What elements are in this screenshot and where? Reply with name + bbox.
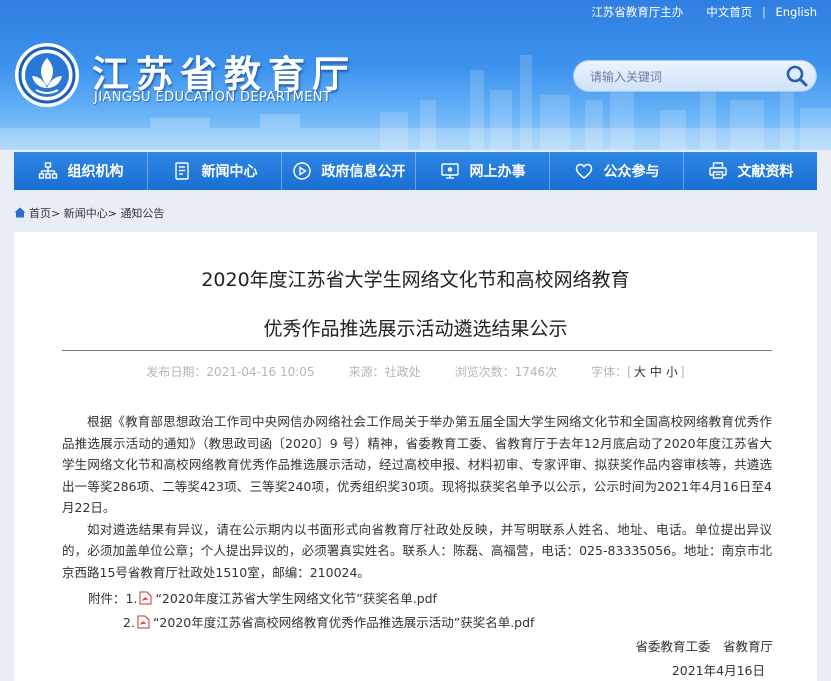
font-size-large-button[interactable]: 大 — [632, 365, 648, 379]
attachment-index: 1. — [125, 591, 138, 606]
breadcrumb-home-label[interactable]: 首页 — [29, 205, 51, 221]
attachment-row: 2. “2020年度江苏省高校网络教育优秀作品推选展示活动”获奖名单.pdf — [123, 612, 534, 631]
site-title-en: JIANGSU EDUCATION DEPARTMENT — [94, 90, 332, 105]
english-link[interactable]: English — [775, 5, 817, 19]
top-links-separator: | — [761, 5, 766, 19]
nav-item-gov-info[interactable]: 政府信息公开 — [282, 152, 416, 190]
font-size-control: 字体：[大中小] — [591, 365, 684, 379]
title-divider — [62, 350, 772, 351]
printer-icon — [708, 162, 727, 179]
nav-label: 公众参与 — [603, 164, 660, 180]
breadcrumb-news-center[interactable]: 新闻中心 — [64, 205, 108, 221]
main-nav: 组织机构 新闻中心 政府信息公开 网上办事 公众参与 文献资料 — [14, 152, 817, 190]
pdf-icon — [137, 615, 150, 629]
chinese-home-link[interactable]: 中文首页 — [706, 4, 752, 20]
search-box — [573, 60, 817, 92]
font-size-bracket: ] — [679, 365, 685, 379]
attachment-link[interactable]: “2020年度江苏省高校网络教育优秀作品推选展示活动”获奖名单.pdf — [153, 615, 535, 630]
font-size-small-button[interactable]: 小 — [664, 365, 680, 379]
breadcrumb-separator: > — [51, 206, 61, 220]
attachment-index: 2. — [123, 615, 135, 630]
article-paragraph: 根据《教育部思想政治工作司中央网信办网络社会工作局关于举办第五届全国大学生网络文… — [62, 414, 772, 515]
nav-item-public-participation[interactable]: 公众参与 — [550, 152, 684, 190]
search-input[interactable] — [588, 66, 782, 88]
article-meta: 发布日期：2021-04-16 10:05 来源：社政处 浏览次数：1746次 字体：… — [14, 363, 817, 380]
pdf-icon — [139, 591, 152, 605]
article-panel: 2020年度江苏省大学生网络文化节和高校网络教育 优秀作品推选展示活动遴选结果公… — [14, 232, 817, 681]
signature-organizations: 省委教育工委 省教育厅 — [635, 639, 773, 654]
article-paragraph: 如对遴选结果有异议，请在公示期内以书面形式向省教育厅社政处反映，并写明联系人姓名… — [62, 521, 772, 580]
signature-date: 2021年4月16日 — [671, 663, 765, 678]
play-circle-icon — [292, 162, 311, 180]
search-icon[interactable] — [784, 64, 810, 88]
org-chart-icon — [38, 162, 57, 179]
attachment-label: 附件： — [88, 591, 126, 606]
publish-date: 发布日期：2021-04-16 10:05 — [146, 365, 315, 379]
nav-label: 文献资料 — [737, 164, 794, 180]
nav-item-organization[interactable]: 组织机构 — [14, 152, 148, 190]
site-header: 江苏省教育厅主办 中文首页 | English 江苏省教育厅 JIANGSU E… — [0, 0, 831, 150]
nav-label: 政府信息公开 — [321, 164, 406, 180]
view-count: 浏览次数：1746次 — [454, 365, 558, 379]
breadcrumb: 首页> 新闻中心> 通知公告 — [14, 205, 164, 221]
top-links: 江苏省教育厅主办 中文首页 | English — [591, 4, 817, 20]
article-body: 根据《教育部思想政治工作司中央网信办网络社会工作局关于举办第五届全国大学生网络文… — [62, 411, 772, 583]
nav-label: 网上办事 — [469, 164, 526, 180]
article-title-line1: 2020年度江苏省大学生网络文化节和高校网络教育 — [201, 269, 630, 291]
attachment-row: 附件：1. “2020年度江苏省大学生网络文化节”获奖名单.pdf — [88, 588, 437, 607]
nav-label: 新闻中心 — [201, 164, 258, 180]
breadcrumb-separator: > — [107, 206, 117, 220]
nav-item-online-services[interactable]: 网上办事 — [416, 152, 550, 190]
top-links-gap — [693, 5, 697, 19]
breadcrumb-notices[interactable]: 通知公告 — [120, 205, 164, 221]
article-title-line2: 优秀作品推选展示活动遴选结果公示 — [263, 318, 568, 340]
monitor-icon — [440, 163, 459, 179]
breadcrumb-home[interactable] — [14, 207, 29, 220]
education-department-logo-icon[interactable] — [14, 42, 80, 108]
home-icon — [14, 207, 26, 217]
nav-item-documents[interactable]: 文献资料 — [684, 152, 817, 190]
font-size-medium-button[interactable]: 中 — [648, 365, 664, 379]
sponsor-link[interactable]: 江苏省教育厅主办 — [591, 4, 683, 20]
attachment-link[interactable]: “2020年度江苏省大学生网络文化节”获奖名单.pdf — [155, 591, 437, 606]
heart-icon — [575, 163, 592, 179]
nav-label: 组织机构 — [67, 164, 124, 180]
article-source: 来源：社政处 — [348, 365, 421, 379]
font-size-label: 字体： — [591, 365, 628, 379]
news-doc-icon — [174, 162, 189, 180]
nav-item-news[interactable]: 新闻中心 — [148, 152, 282, 190]
